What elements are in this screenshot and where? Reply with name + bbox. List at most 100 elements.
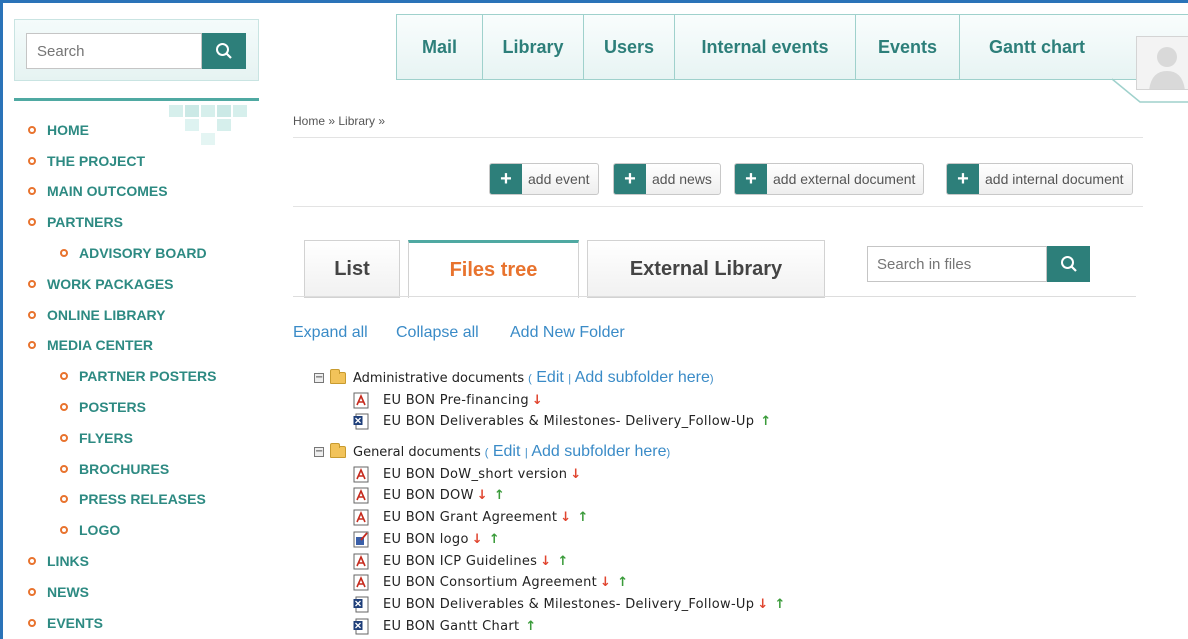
divider [293,206,1143,207]
add-news-button[interactable]: + add news [613,163,721,195]
nav-tab-internal-events[interactable]: Internal events [675,15,856,79]
sidebar-item-label: THE PROJECT [47,153,146,169]
files-search-button[interactable] [1047,246,1090,282]
move-up-icon[interactable]: ↑ [578,510,589,525]
sidebar-item-label: FLYERS [79,430,133,446]
nav-tab-mail[interactable]: Mail [397,15,483,79]
sidebar-item-partners[interactable]: PARTNERS [28,214,123,230]
nav-tab-library[interactable]: Library [483,15,584,79]
folder-name[interactable]: Administrative documents [353,371,524,386]
sidebar-item-brochures[interactable]: BROCHURES [60,461,169,477]
move-up-icon[interactable]: ↑ [494,488,505,503]
file-row[interactable]: EU BON Deliverables & Milestones- Delive… [353,596,786,613]
move-down-icon[interactable]: ↓ [570,467,581,482]
tab-list[interactable]: List [304,240,400,298]
add-event-button[interactable]: + add event [489,163,599,195]
move-up-icon[interactable]: ↑ [760,414,771,429]
collapse-toggle-icon[interactable]: − [314,373,324,383]
tab-external-library[interactable]: External Library [587,240,825,298]
add-internal-document-button[interactable]: + add internal document [946,163,1133,195]
file-row[interactable]: EU BON Gantt Chart ↑ [353,618,537,635]
avatar[interactable] [1136,36,1188,90]
sidebar-item-label: POSTERS [79,399,146,415]
sidebar-item-main-outcomes[interactable]: MAIN OUTCOMES [28,183,168,199]
files-search-input[interactable] [868,247,1046,281]
edit-folder-link[interactable]: Edit [493,443,521,460]
button-label: add internal document [985,171,1124,187]
plus-icon: + [947,164,979,194]
nav-tab-gantt-chart[interactable]: Gantt chart [960,15,1114,79]
sidebar-item-label: ADVISORY BOARD [79,245,207,261]
move-up-icon[interactable]: ↑ [489,532,500,547]
sidebar-item-label: MEDIA CENTER [47,337,154,353]
file-name: EU BON Deliverables & Milestones- Delive… [383,414,755,429]
divider [293,296,1136,297]
search-icon [216,43,232,59]
add-subfolder-link[interactable]: Add subfolder here [575,369,710,386]
file-row[interactable]: EU BON DOW ↓ ↑ [353,487,505,504]
sidebar-item-links[interactable]: LINKS [28,553,89,569]
move-down-icon[interactable]: ↓ [472,532,483,547]
sidebar-item-events[interactable]: EVENTS [28,615,103,631]
move-down-icon[interactable]: ↓ [600,575,611,590]
sidebar-item-news[interactable]: NEWS [28,584,89,600]
file-row[interactable]: EU BON Pre-financing ↓ [353,392,543,409]
pdf-icon [353,509,369,526]
folder-name[interactable]: General documents [353,445,481,460]
move-down-icon[interactable]: ↓ [560,510,571,525]
sidebar-item-home[interactable]: HOME [28,122,89,138]
sidebar-item-label: NEWS [47,584,89,600]
sidebar-item-flyers[interactable]: FLYERS [60,430,133,446]
bullet-icon [60,465,68,473]
move-down-icon[interactable]: ↓ [532,393,543,408]
file-row[interactable]: EU BON ICP Guidelines ↓ ↑ [353,553,569,570]
search-input[interactable] [27,34,201,68]
xls-icon [353,618,369,635]
search-button[interactable] [202,33,246,69]
file-row[interactable]: EU BON logo ↓ ↑ [353,531,500,548]
file-row[interactable]: EU BON Deliverables & Milestones- Delive… [353,413,772,430]
sidebar-item-posters[interactable]: POSTERS [60,399,146,415]
file-row[interactable]: EU BON DoW_short version ↓ [353,466,582,483]
sidebar-item-label: HOME [47,122,89,138]
add-external-document-button[interactable]: + add external document [734,163,925,195]
sidebar-item-label: LOGO [79,522,121,538]
sidebar-item-label: PARTNERS [47,214,123,230]
nav-tab-users[interactable]: Users [584,15,675,79]
sidebar-item-the-project[interactable]: THE PROJECT [28,153,145,169]
divider [293,137,1143,138]
bullet-icon [28,311,36,319]
sidebar-item-press-releases[interactable]: PRESS RELEASES [60,491,206,507]
bullet-icon [60,434,68,442]
sidebar-item-online-library[interactable]: ONLINE LIBRARY [28,307,165,323]
expand-all-link[interactable]: Expand all [293,324,368,342]
collapse-toggle-icon[interactable]: − [314,447,324,457]
bullet-icon [60,526,68,534]
folder-icon [330,369,346,384]
bullet-icon [60,495,68,503]
edit-folder-link[interactable]: Edit [536,369,564,386]
bullet-icon [60,372,68,380]
sidebar-item-advisory-board[interactable]: ADVISORY BOARD [60,245,207,261]
sidebar-item-media-center[interactable]: MEDIA CENTER [28,337,153,353]
file-row[interactable]: EU BON Grant Agreement ↓ ↑ [353,509,589,526]
move-down-icon[interactable]: ↓ [757,597,768,612]
sidebar-item-partner-posters[interactable]: PARTNER POSTERS [60,368,216,384]
move-up-icon[interactable]: ↑ [525,619,536,634]
move-down-icon[interactable]: ↓ [477,488,488,503]
add-subfolder-link[interactable]: Add subfolder here [531,443,666,460]
sidebar-item-label: WORK PACKAGES [47,276,174,292]
sidebar-item-work-packages[interactable]: WORK PACKAGES [28,276,174,292]
move-up-icon[interactable]: ↑ [557,554,568,569]
file-row[interactable]: EU BON Consortium Agreement ↓ ↑ [353,574,628,591]
tab-files-tree[interactable]: Files tree [408,240,579,298]
move-down-icon[interactable]: ↓ [540,554,551,569]
move-up-icon[interactable]: ↑ [775,597,786,612]
sidebar-item-logo[interactable]: LOGO [60,522,120,538]
nav-tab-events[interactable]: Events [856,15,960,79]
collapse-all-link[interactable]: Collapse all [396,324,479,342]
file-name: EU BON Gantt Chart [383,619,520,634]
move-up-icon[interactable]: ↑ [617,575,628,590]
bullet-icon [28,218,36,226]
add-new-folder-link[interactable]: Add New Folder [510,324,625,342]
